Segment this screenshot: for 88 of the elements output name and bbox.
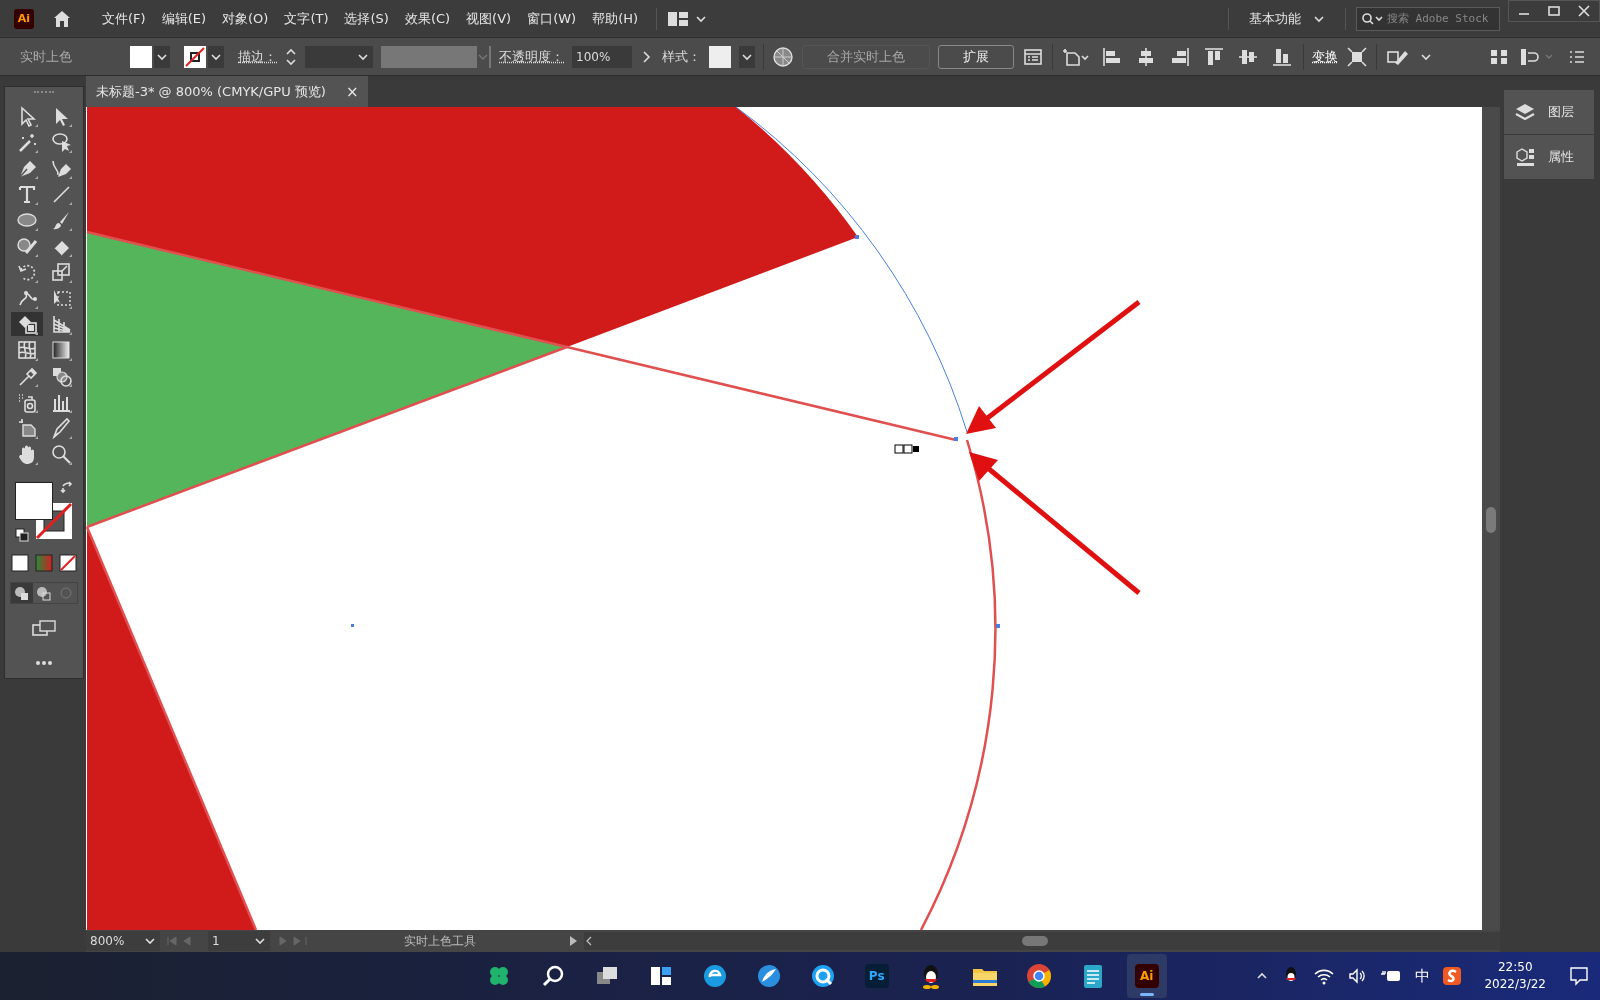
swap-icon[interactable] bbox=[59, 480, 75, 496]
properties-icon bbox=[1514, 146, 1536, 168]
artboard-dropdown[interactable]: 1 bbox=[208, 931, 270, 951]
menu-item[interactable]: 帮助(H) bbox=[584, 9, 647, 28]
draw-normal-icon[interactable] bbox=[11, 583, 33, 603]
illustrator-icon: Ai bbox=[1134, 964, 1159, 988]
blob-brush-icon bbox=[16, 235, 38, 257]
dropdown-icon[interactable] bbox=[739, 45, 755, 68]
chevron-icon bbox=[144, 935, 156, 947]
browser-icon bbox=[1024, 962, 1053, 990]
scrollbar-thumb[interactable] bbox=[1022, 936, 1048, 946]
mesh-icon bbox=[16, 339, 38, 361]
dropdown-icon[interactable] bbox=[154, 45, 170, 68]
knife-icon bbox=[50, 417, 72, 439]
align-top-icon[interactable] bbox=[1203, 45, 1225, 68]
zoom-icon bbox=[50, 443, 72, 465]
menu-item[interactable]: 文件(F) bbox=[94, 9, 154, 28]
opacity-field[interactable]: 100% bbox=[572, 45, 632, 68]
center-point bbox=[351, 624, 354, 627]
hand-icon bbox=[16, 443, 38, 465]
taskbar-button[interactable]: Ai bbox=[1126, 954, 1167, 998]
color-mode-icon[interactable] bbox=[11, 554, 29, 572]
isolate-icon[interactable] bbox=[1346, 45, 1368, 68]
notification-icon[interactable] bbox=[1568, 965, 1590, 987]
panel-tab[interactable]: 图层 bbox=[1504, 90, 1594, 135]
gradient-icon bbox=[50, 339, 72, 361]
layout-icon[interactable] bbox=[667, 9, 690, 28]
lasso-icon bbox=[50, 131, 72, 153]
sogou-icon[interactable] bbox=[1442, 966, 1463, 986]
menu-item[interactable]: 窗口(W) bbox=[519, 9, 585, 28]
spray-can-icon bbox=[16, 391, 38, 413]
search-field[interactable]: 搜索 Adobe Stock bbox=[1356, 6, 1500, 31]
clock-time[interactable]: 22:50 bbox=[1497, 959, 1533, 976]
close-tab-button[interactable]: × bbox=[345, 82, 359, 101]
fill-color-swatch[interactable] bbox=[15, 482, 53, 520]
search-icon bbox=[1361, 11, 1385, 26]
align-left-icon[interactable] bbox=[1101, 45, 1123, 68]
artboard-icon bbox=[16, 417, 38, 439]
stroke-weight-field[interactable] bbox=[305, 45, 373, 68]
chevron-icon bbox=[254, 935, 266, 947]
anchor-point bbox=[855, 235, 859, 239]
perspective-grid-icon bbox=[50, 313, 72, 335]
stroke-swatch[interactable] bbox=[184, 45, 206, 68]
active-indicator bbox=[1139, 993, 1154, 996]
tool-button[interactable] bbox=[11, 312, 43, 336]
transform-link[interactable]: 变换 bbox=[1312, 47, 1338, 66]
panel-tab[interactable]: 属性 bbox=[1504, 135, 1594, 180]
none-mode-icon[interactable] bbox=[59, 554, 77, 572]
vertical-scrollbar[interactable] bbox=[1482, 107, 1500, 930]
menu-item[interactable]: 文字(T) bbox=[276, 9, 337, 28]
stroke-label[interactable]: 描边： bbox=[238, 47, 277, 66]
menu-item[interactable]: 对象(O) bbox=[214, 9, 277, 28]
anchor-point bbox=[954, 437, 958, 441]
screen-mode-icon[interactable] bbox=[31, 618, 57, 638]
style-swatch[interactable] bbox=[709, 45, 731, 68]
align-right-icon[interactable] bbox=[1169, 45, 1191, 68]
menu-item[interactable]: 编辑(E) bbox=[153, 9, 214, 28]
fill-swatch[interactable] bbox=[130, 45, 152, 68]
live-paint-cursor bbox=[894, 444, 919, 454]
recolor-icon[interactable] bbox=[772, 45, 794, 68]
blend-icon bbox=[50, 365, 72, 387]
more-tools-icon[interactable] bbox=[35, 660, 53, 666]
zoom-dropdown[interactable]: 800% bbox=[86, 931, 160, 951]
layers-icon bbox=[1514, 101, 1536, 123]
scrollbar-thumb[interactable] bbox=[1486, 507, 1496, 533]
workspace-dropdown[interactable]: 基本功能 bbox=[1239, 9, 1335, 28]
volume-icon[interactable] bbox=[1347, 966, 1368, 986]
type-icon bbox=[16, 183, 38, 205]
menu-item[interactable]: 视图(V) bbox=[458, 9, 520, 28]
home-icon[interactable] bbox=[52, 8, 72, 29]
app-logo: Ai bbox=[14, 8, 34, 29]
clock-date[interactable]: 2022/3/22 bbox=[1484, 976, 1546, 993]
taskbar-button[interactable]: Ps bbox=[856, 954, 897, 998]
menu-item[interactable]: 选择(S) bbox=[336, 9, 397, 28]
tool-name: 实时上色 bbox=[20, 47, 72, 66]
dropdown-icon[interactable] bbox=[208, 45, 224, 68]
opacity-label[interactable]: 不透明度： bbox=[499, 47, 564, 66]
menu-item[interactable]: 效果(C) bbox=[396, 9, 459, 28]
status-text: 实时上色工具 bbox=[403, 932, 477, 950]
anchor-point bbox=[996, 624, 1000, 628]
document-tab[interactable]: 未标题-3* @ 800% (CMYK/GPU 预览) × bbox=[86, 76, 369, 107]
expand-button[interactable]: 扩展 bbox=[938, 44, 1014, 69]
input-method[interactable]: 中 bbox=[1415, 966, 1431, 986]
scale-icon bbox=[50, 261, 72, 283]
photoshop-icon: Ps bbox=[864, 964, 889, 988]
style-label: 样式： bbox=[662, 47, 701, 66]
default-colors-icon[interactable] bbox=[15, 528, 29, 542]
horizontal-scrollbar[interactable] bbox=[584, 932, 1500, 950]
